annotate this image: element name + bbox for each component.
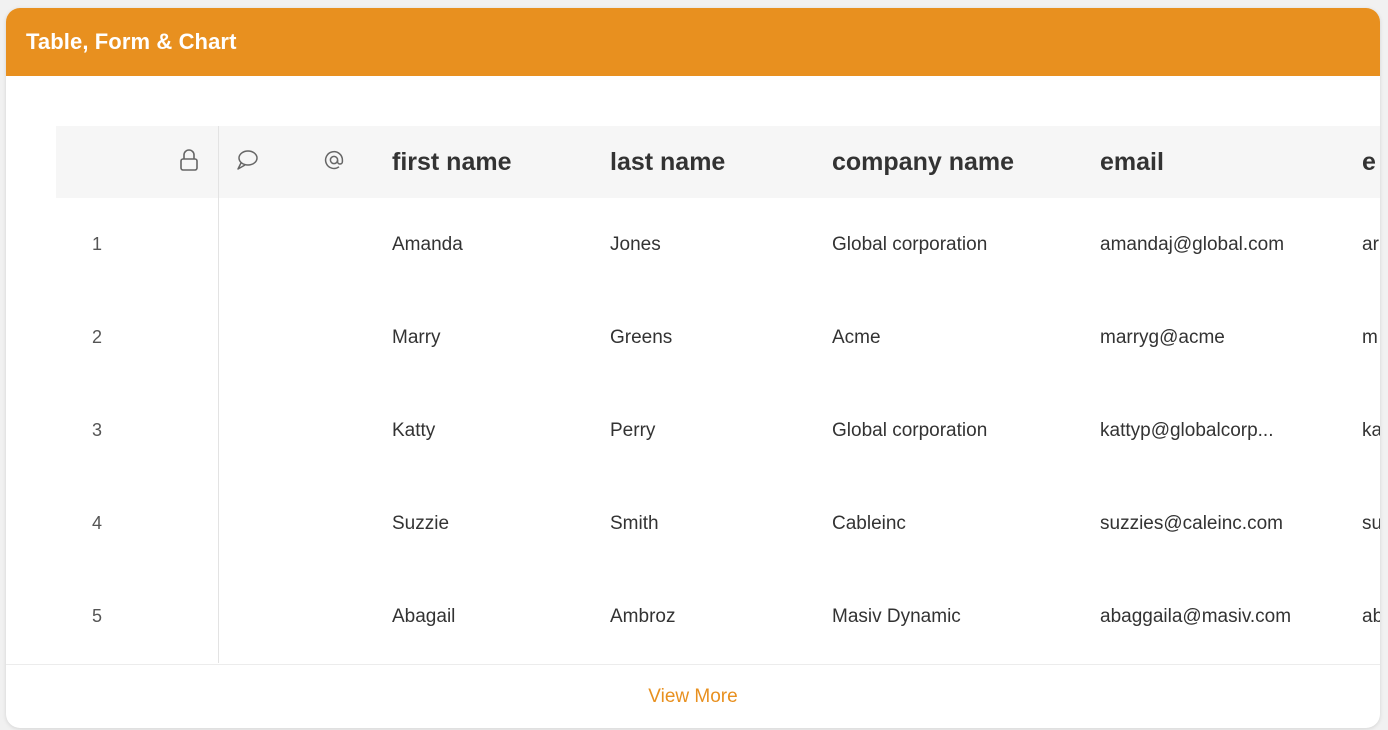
lock-cell[interactable] [160,198,219,291]
email-cell[interactable]: amandaj@global.com [1100,198,1362,291]
mention-cell[interactable] [276,570,392,663]
email-cell[interactable]: marryg@acme [1100,291,1362,384]
column-header-company-name[interactable]: company name [832,126,1100,198]
extra-cell[interactable]: ar [1362,198,1380,291]
table-row[interactable]: 4 Suzzie Smith Cableinc suzzies@caleinc.… [56,477,1380,570]
row-number-header [56,126,160,198]
row-index: 1 [92,234,103,254]
data-table: first name last name company name email … [56,126,1380,663]
last-name-cell[interactable]: Ambroz [610,570,832,663]
column-header-email[interactable]: email [1100,126,1362,198]
table-header-row: first name last name company name email … [56,126,1380,198]
extra-cell[interactable]: ka [1362,384,1380,477]
last-name-cell[interactable]: Perry [610,384,832,477]
comment-column-header[interactable] [218,126,276,198]
comment-cell[interactable] [218,384,276,477]
last-name-cell[interactable]: Jones [610,198,832,291]
data-table-container[interactable]: first name last name company name email … [56,126,1380,664]
lock-cell[interactable] [160,570,219,663]
row-index: 3 [92,420,103,440]
mention-cell[interactable] [276,477,392,570]
table-row[interactable]: 3 Katty Perry Global corporation kattyp@… [56,384,1380,477]
company-name-cell[interactable]: Global corporation [832,384,1100,477]
column-header-first-name[interactable]: first name [392,126,610,198]
lock-icon [178,147,200,178]
table-form-chart-card: Table, Form & Chart first name last name… [6,8,1380,728]
lock-cell[interactable] [160,291,219,384]
row-index: 4 [92,513,103,533]
card-title: Table, Form & Chart [26,29,237,54]
card-footer: View More [6,664,1380,728]
view-more-link[interactable]: View More [648,686,737,708]
lock-cell[interactable] [160,477,219,570]
comment-cell[interactable] [218,477,276,570]
extra-cell[interactable]: su [1362,477,1380,570]
table-row[interactable]: 2 Marry Greens Acme marryg@acme m [56,291,1380,384]
email-cell[interactable]: suzzies@caleinc.com [1100,477,1362,570]
first-name-cell[interactable]: Amanda [392,198,610,291]
first-name-cell[interactable]: Abagail [392,570,610,663]
company-name-cell[interactable]: Cableinc [832,477,1100,570]
mention-column-header[interactable] [276,126,392,198]
lock-cell[interactable] [160,384,219,477]
mention-cell[interactable] [276,291,392,384]
table-row[interactable]: 5 Abagail Ambroz Masiv Dynamic abaggaila… [56,570,1380,663]
card-header: Table, Form & Chart [6,8,1380,76]
extra-cell[interactable]: ab [1362,570,1380,663]
company-name-cell[interactable]: Masiv Dynamic [832,570,1100,663]
email-cell[interactable]: abaggaila@masiv.com [1100,570,1362,663]
column-header-last-name[interactable]: last name [610,126,832,198]
email-cell[interactable]: kattyp@globalcorp... [1100,384,1362,477]
comment-icon [235,148,259,177]
first-name-cell[interactable]: Katty [392,384,610,477]
company-name-cell[interactable]: Acme [832,291,1100,384]
company-name-cell[interactable]: Global corporation [832,198,1100,291]
last-name-cell[interactable]: Smith [610,477,832,570]
comment-cell[interactable] [218,291,276,384]
mention-icon [322,148,346,177]
mention-cell[interactable] [276,198,392,291]
mention-cell[interactable] [276,384,392,477]
extra-cell[interactable]: m [1362,291,1380,384]
table-row[interactable]: 1 Amanda Jones Global corporation amanda… [56,198,1380,291]
first-name-cell[interactable]: Marry [392,291,610,384]
row-index: 5 [92,606,103,626]
comment-cell[interactable] [218,198,276,291]
first-name-cell[interactable]: Suzzie [392,477,610,570]
comment-cell[interactable] [218,570,276,663]
row-index: 2 [92,327,103,347]
column-header-extra[interactable]: e [1362,126,1380,198]
last-name-cell[interactable]: Greens [610,291,832,384]
lock-column-header[interactable] [160,126,219,198]
